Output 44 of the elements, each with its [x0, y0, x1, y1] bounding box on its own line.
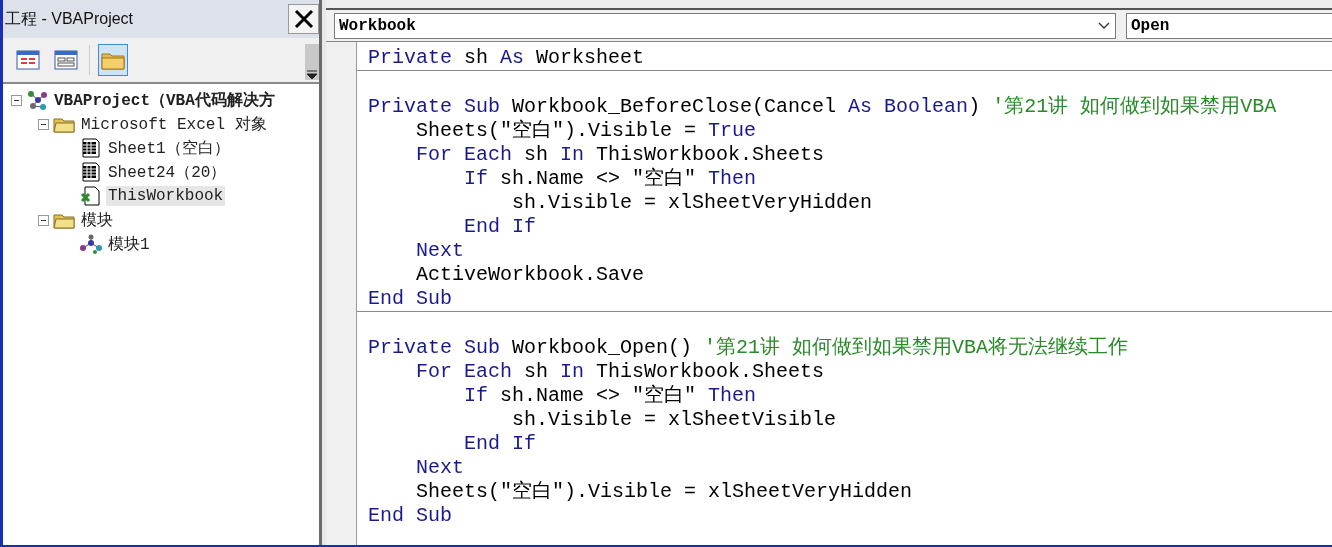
- tree-item[interactable]: Sheet24（20）: [106, 160, 229, 184]
- code-line: End If: [463, 432, 537, 456]
- spreadsheet-document-icon: [80, 162, 102, 182]
- code-line: End Sub: [367, 287, 453, 311]
- procedure-dropdown[interactable]: Open: [1126, 12, 1332, 39]
- chevron-down-icon: [1097, 20, 1111, 31]
- code-line: sh.Visible = xlSheetVisible: [511, 408, 838, 432]
- code-line: If sh.Name <> "空白" Then: [463, 167, 758, 191]
- tree-item[interactable]: Microsoft Excel 对象: [79, 112, 269, 136]
- network-icon: [26, 90, 48, 110]
- form-window-icon: [54, 49, 78, 71]
- toolbar-button[interactable]: [98, 44, 128, 76]
- tree-item[interactable]: VBAProject（VBA代码解决方: [52, 88, 277, 112]
- code-line: Private Sub Workbook_BeforeClose(Cancel As Boolean) '第21讲 如何做到如果禁用VBA: [367, 94, 1278, 119]
- splitter-bar[interactable]: [319, 0, 326, 545]
- code-line: Next: [415, 456, 465, 480]
- caret-icon: [306, 70, 318, 80]
- code-line: For Each sh In ThisWorkbook.Sheets: [415, 143, 826, 167]
- code-line: Next: [415, 239, 465, 263]
- spreadsheet-document-icon: [80, 138, 102, 158]
- code-line: Sheets("空白").Visible = True: [415, 119, 758, 143]
- code-line: sh.Visible = xlSheetVeryHidden: [511, 191, 874, 215]
- code-line: Sheets("空白").Visible = xlSheetVeryHidden: [415, 480, 914, 504]
- code-line: For Each sh In ThisWorkbook.Sheets: [415, 360, 826, 384]
- tree-item[interactable]: 模块1: [106, 232, 152, 256]
- collapse-icon[interactable]: [38, 214, 49, 226]
- code-line: Private Sub Workbook_Open() '第21讲 如何做到如果禁用VBA将无法继续工作: [367, 335, 1130, 360]
- document-icon: [80, 186, 102, 206]
- tree-item[interactable]: ThisWorkbook: [106, 186, 226, 206]
- collapse-icon[interactable]: [11, 94, 22, 106]
- collapse-icon[interactable]: [38, 118, 49, 130]
- network-icon: [80, 234, 102, 254]
- code-line: Private sh As Worksheet: [367, 46, 646, 70]
- code-line: End Sub: [367, 504, 453, 528]
- close-icon: [292, 8, 315, 30]
- panel-title: 工程 - VBAProject: [5, 8, 134, 29]
- tree-item[interactable]: Sheet1（空白）: [106, 136, 232, 160]
- tree-item[interactable]: 模块: [79, 208, 115, 232]
- close-button[interactable]: [288, 4, 319, 34]
- list-window-icon: [16, 49, 40, 71]
- code-line: End If: [463, 215, 537, 239]
- object-dropdown[interactable]: Workbook: [334, 12, 1116, 39]
- code-line: ActiveWorkbook.Save: [415, 263, 646, 287]
- code-line: If sh.Name <> "空白" Then: [463, 384, 758, 408]
